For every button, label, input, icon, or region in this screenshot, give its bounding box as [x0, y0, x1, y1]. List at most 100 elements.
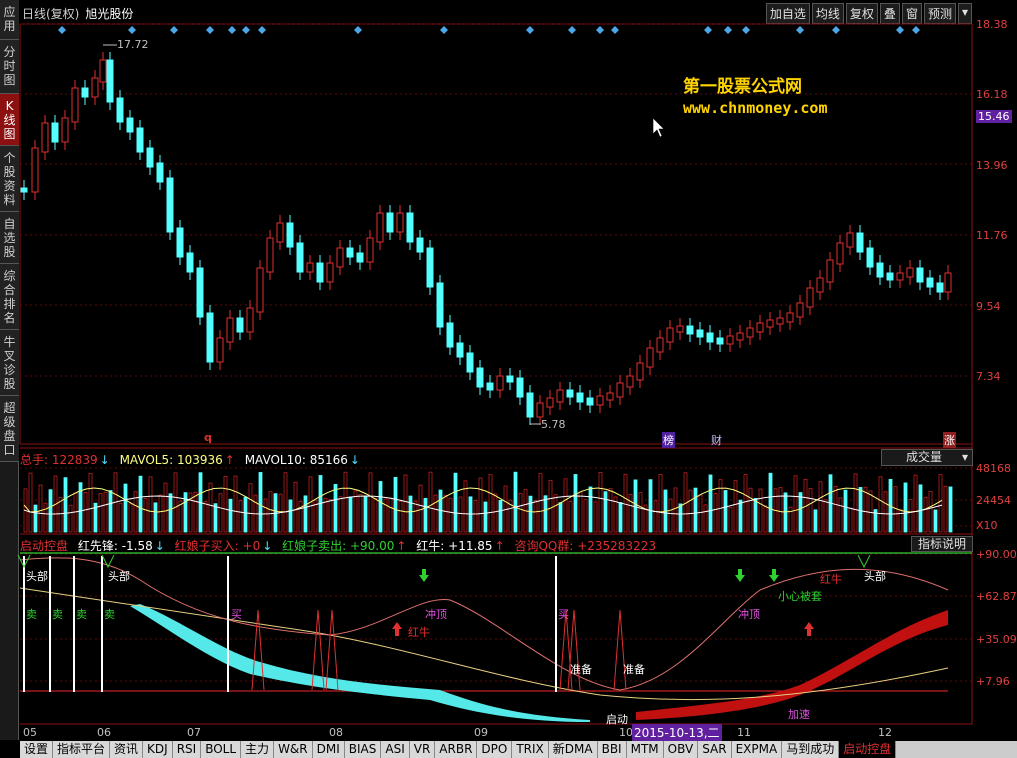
volume-bar — [713, 493, 718, 533]
kline-chart-canvas[interactable] — [0, 0, 1017, 758]
volume-bar — [483, 501, 488, 533]
candle-body — [926, 277, 934, 288]
volume-bar — [128, 503, 133, 533]
volume-bar — [118, 502, 123, 533]
volume-bar — [228, 498, 233, 533]
candle-body — [676, 325, 684, 333]
volume-bar — [208, 482, 213, 533]
volume-bar — [308, 476, 313, 533]
candle-body — [776, 317, 784, 325]
volume-bar — [798, 492, 803, 533]
marker-ranking[interactable]: 榜 — [662, 432, 675, 448]
indicator-tab[interactable]: DMI — [312, 741, 345, 758]
candle-body — [586, 397, 594, 406]
volume-mavol5: MAVOL5: 103936 — [119, 453, 223, 467]
volume-bar — [248, 483, 253, 533]
volume-bar — [433, 494, 438, 533]
candle-body — [546, 397, 554, 408]
volume-bar — [813, 509, 818, 533]
volume-bar — [748, 487, 753, 533]
candle-body — [136, 127, 144, 153]
candle-body — [496, 375, 504, 391]
candle-body — [596, 395, 604, 406]
up-arrow-icon: ↑ — [224, 453, 235, 467]
candle-body — [936, 282, 944, 293]
signal-spike — [567, 609, 581, 691]
diamond-icon — [832, 26, 840, 34]
volume-bar — [598, 471, 603, 533]
marker-limit-up[interactable]: 涨 — [943, 432, 956, 448]
candle-body — [756, 322, 764, 333]
candle-body — [256, 267, 264, 313]
annotation-start: 启动 — [606, 713, 628, 726]
volume-bar — [123, 483, 128, 533]
indicator-tab[interactable]: ASI — [381, 741, 410, 758]
indicator-tab[interactable]: EXPMA — [731, 741, 783, 758]
candle-body — [656, 337, 664, 353]
indicator-tab[interactable]: 资讯 — [110, 741, 144, 758]
indicator-axis-label: +62.87 — [976, 590, 1017, 603]
indicator-tab[interactable]: TRIX — [512, 741, 549, 758]
candle-body — [326, 262, 334, 283]
indicator-tab[interactable]: MTM — [626, 741, 664, 758]
volume-axis-label: 24454 — [976, 494, 1011, 507]
indicator-tab[interactable]: ARBR — [435, 741, 478, 758]
indicator-tab[interactable]: DPO — [477, 741, 513, 758]
volume-bar — [718, 479, 723, 533]
volume-bar — [343, 471, 348, 533]
volume-bar — [728, 507, 733, 533]
price-axis-label: 13.96 — [976, 159, 1008, 172]
indicator-tab[interactable]: RSI — [172, 741, 202, 758]
candle-body — [276, 222, 284, 243]
candle-body — [206, 312, 214, 363]
indicator-tab[interactable]: 设置 — [20, 741, 54, 758]
candle-body — [306, 262, 314, 273]
volume-mavol10: MAVOL10: 85166 — [244, 453, 348, 467]
volume-bar — [518, 492, 523, 533]
period-low-label: 5.78 — [541, 418, 566, 431]
indicator-explain-button[interactable]: 指标说明 — [911, 536, 973, 552]
indicator-tab[interactable]: 启动控盘 — [839, 741, 897, 758]
volume-bar — [288, 499, 293, 533]
volume-indicator-select[interactable]: 成交量 ▾ — [881, 449, 973, 466]
diamond-icon — [896, 26, 904, 34]
indicator-tab[interactable]: OBV — [663, 741, 699, 758]
indicator-tab[interactable]: BBI — [597, 741, 627, 758]
current-price-label: 15.46 — [976, 110, 1012, 123]
indicator-tab[interactable]: 新DMA — [548, 741, 598, 758]
indicator-tab[interactable]: 马到成功 — [782, 741, 840, 758]
volume-bar — [513, 471, 518, 533]
indicator-value-hongxianfeng: 红先锋: -1.58 — [77, 539, 153, 553]
price-axis-label: 16.18 — [976, 88, 1008, 101]
volume-bar — [943, 485, 948, 533]
cursor-date-label: 2015-10-13,二 — [632, 724, 722, 741]
indicator-tab[interactable]: 指标平台 — [53, 741, 111, 758]
volume-bar — [333, 483, 338, 533]
marker-finance[interactable]: 财 — [711, 432, 722, 448]
indicator-name[interactable]: 启动控盘 — [20, 539, 68, 553]
indicator-tab[interactable]: SAR — [698, 741, 732, 758]
indicator-tab[interactable]: KDJ — [143, 741, 173, 758]
volume-bar — [783, 492, 788, 533]
volume-bar — [443, 494, 448, 533]
date-axis-label: 12 — [878, 726, 892, 739]
candle-body — [536, 402, 544, 418]
indicator-tab[interactable]: VR — [409, 741, 436, 758]
volume-header: 总手: 122839 ↓ MAVOL5: 103936 ↑ MAVOL10: 851… — [20, 451, 366, 468]
candle-body — [216, 337, 224, 363]
diamond-icon — [704, 26, 712, 34]
indicator-tab[interactable]: BIAS — [344, 741, 382, 758]
indicator-tab[interactable]: BOLL — [201, 741, 242, 758]
volume-bar — [898, 509, 903, 533]
volume-bar — [533, 499, 538, 533]
annotation-buy: 买 — [558, 608, 569, 621]
down-arrow-icon — [419, 569, 429, 582]
diamond-icon — [912, 26, 920, 34]
indicator-tab[interactable]: 主力 — [241, 741, 275, 758]
annotation-accelerate: 加速 — [788, 708, 810, 721]
volume-bar — [793, 475, 798, 533]
indicator-tab[interactable]: W&R — [274, 741, 313, 758]
candle-body — [616, 382, 624, 398]
diamond-icon — [170, 26, 178, 34]
marker-q[interactable]: q — [204, 431, 212, 444]
